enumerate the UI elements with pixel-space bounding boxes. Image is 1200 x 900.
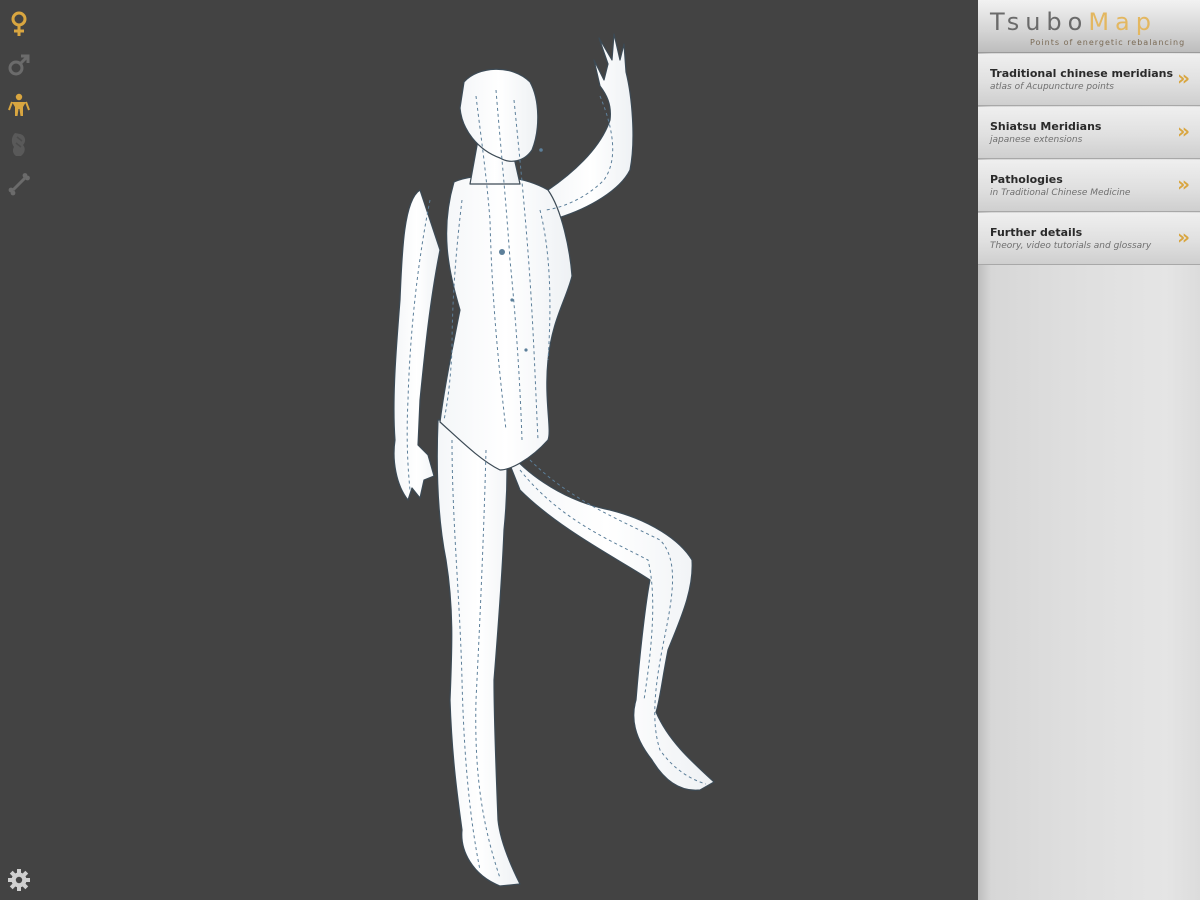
menu-item-further-details[interactable]: Further details Theory, video tutorials …	[978, 213, 1200, 265]
logo-main: Tsubo	[990, 8, 1089, 36]
body-model[interactable]	[0, 0, 978, 900]
menu-item-title: Pathologies	[990, 173, 1063, 186]
raised-arm	[547, 33, 634, 219]
app-logo: TsuboMap Points of energetic rebalancing	[978, 0, 1200, 53]
menu-item-subtitle: Theory, video tutorials and glossary	[990, 241, 1152, 251]
logo-text: TsuboMap	[990, 8, 1157, 36]
sidebar: TsuboMap Points of energetic rebalancing…	[978, 0, 1200, 900]
menu-item-subtitle: atlas of Acupuncture points	[990, 82, 1114, 92]
hanging-arm	[393, 189, 441, 501]
chevron-right-icon: »	[1177, 225, 1190, 249]
logo-accent: Map	[1088, 8, 1157, 36]
chevron-right-icon: »	[1177, 119, 1190, 143]
raised-leg	[499, 439, 715, 791]
menu-item-subtitle: japanese extensions	[990, 135, 1083, 145]
menu-item-pathologies[interactable]: Pathologies in Traditional Chinese Medic…	[978, 160, 1200, 212]
head	[459, 68, 539, 162]
menu-item-title: Traditional chinese meridians	[990, 67, 1174, 80]
chevron-right-icon: »	[1177, 172, 1190, 196]
logo-tagline: Points of energetic rebalancing	[1030, 38, 1186, 47]
menu-item-subtitle: in Traditional Chinese Medicine	[990, 188, 1131, 198]
menu-item-shiatsu-meridians[interactable]: Shiatsu Meridians japanese extensions »	[978, 107, 1200, 159]
menu-item-traditional-chinese-meridians[interactable]: Traditional chinese meridians atlas of A…	[978, 54, 1200, 106]
standing-leg	[436, 419, 521, 887]
chevron-right-icon: »	[1177, 66, 1190, 90]
menu-item-title: Further details	[990, 226, 1083, 239]
model-viewport[interactable]	[0, 0, 978, 900]
menu-item-title: Shiatsu Meridians	[990, 120, 1102, 133]
